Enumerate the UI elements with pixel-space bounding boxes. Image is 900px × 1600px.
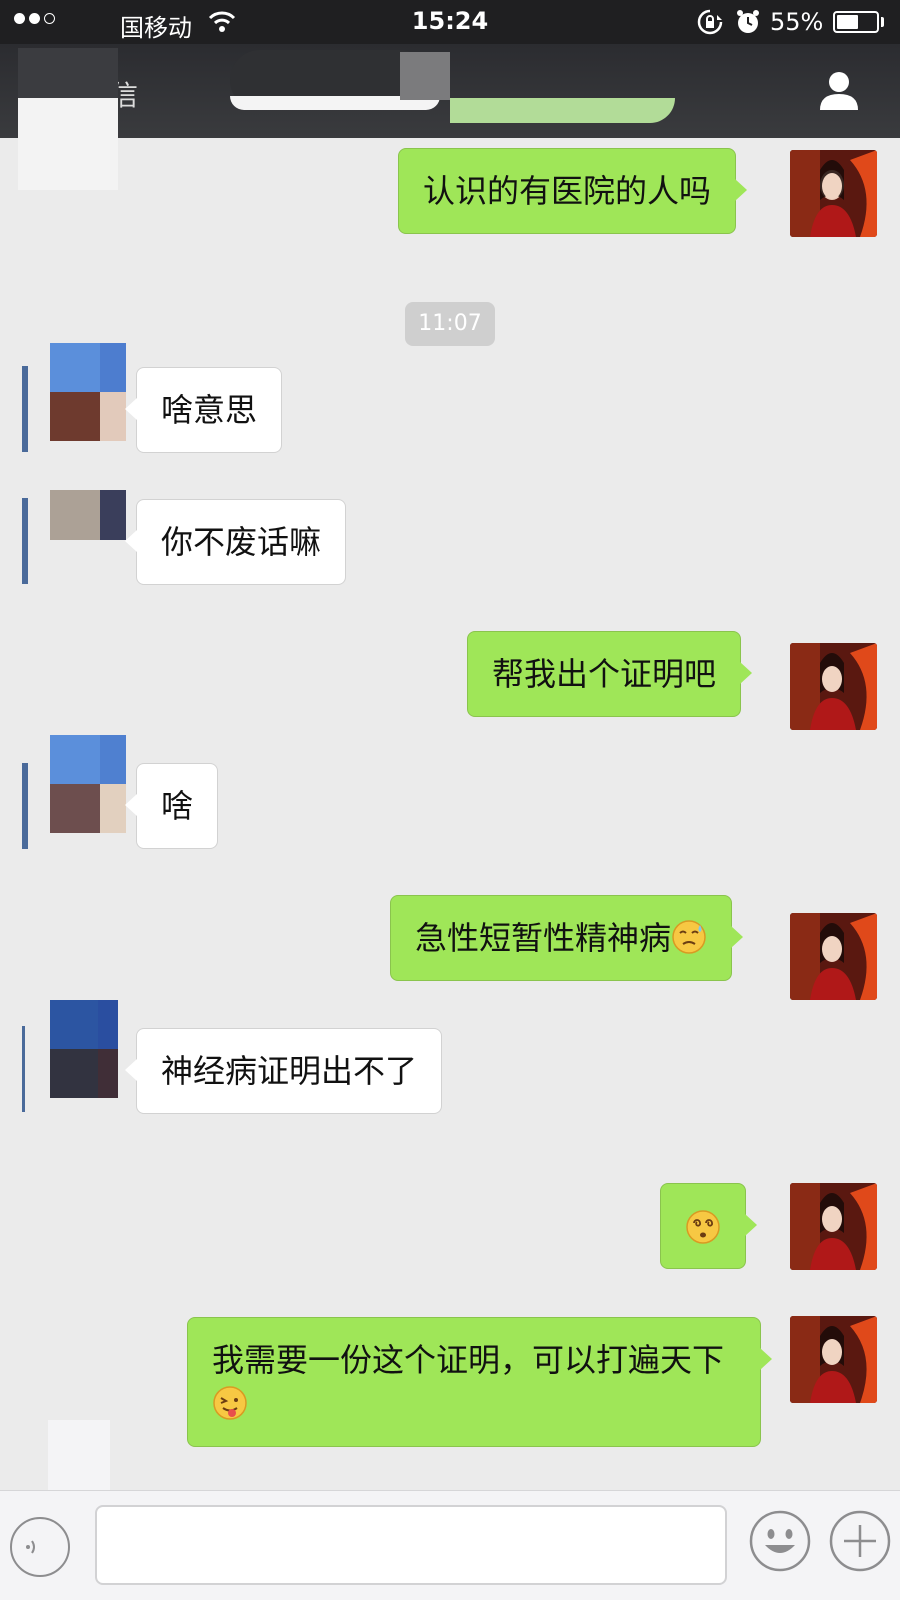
contact-avatar[interactable]: [50, 343, 126, 441]
tongue-out-emoji-icon: [212, 1385, 248, 1421]
redacted-area: [22, 763, 28, 849]
message-bubble-received[interactable]: 神经病证明出不了: [124, 1028, 443, 1114]
plus-icon[interactable]: [828, 1509, 892, 1573]
user-icon[interactable]: [818, 70, 860, 114]
my-avatar[interactable]: [790, 1316, 877, 1403]
battery-icon: [833, 11, 879, 33]
rotation-lock-icon: [697, 9, 723, 41]
message-bubble-sent[interactable]: 认识的有医院的人吗: [398, 148, 748, 234]
my-avatar[interactable]: [790, 150, 877, 237]
message-bubble-received[interactable]: 啥: [124, 763, 219, 849]
chat-area[interactable]: 认识的有医院的人吗 11:07 啥意思 你不废话嘛 帮我出个证明吧 啥 急性短暂…: [0, 138, 900, 1490]
my-avatar[interactable]: [790, 913, 877, 1000]
timestamp-chip: 11:07: [405, 302, 495, 346]
redacted-area: [22, 1026, 25, 1112]
battery-percent: 55%: [770, 8, 824, 36]
nav-bar: 信: [0, 44, 900, 138]
battery-tip: [881, 17, 884, 27]
message-bubble-received[interactable]: 啥意思: [124, 367, 283, 453]
message-bubble-sent[interactable]: [660, 1183, 757, 1269]
contact-avatar[interactable]: [50, 1000, 118, 1098]
contact-avatar[interactable]: [50, 490, 126, 540]
redacted-area: [22, 498, 28, 584]
message-bubble-sent[interactable]: 帮我出个证明吧: [467, 631, 753, 717]
sweat-smile-emoji-icon: [671, 919, 707, 955]
message-bubble-sent[interactable]: 急性短暂性精神病: [390, 895, 744, 981]
voice-icon[interactable]: [10, 1517, 70, 1577]
status-bar: 国移动 15:24 55%: [0, 0, 900, 44]
message-text: 你不废话嘛: [161, 523, 322, 561]
redacted-area: [400, 52, 450, 100]
alarm-icon: [736, 9, 760, 41]
message-text: 神经病证明出不了: [161, 1052, 418, 1090]
smiley-icon[interactable]: [748, 1509, 812, 1573]
clock: 15:24: [411, 7, 489, 35]
message-text: 认识的有医院的人吗: [423, 172, 712, 210]
input-bar: [0, 1490, 900, 1600]
message-text: 我需要一份这个证明，可以打遍天下: [212, 1341, 725, 1379]
contact-avatar[interactable]: [50, 735, 126, 833]
message-text: 啥: [161, 787, 194, 825]
message-text: 急性短暂性精神病: [415, 919, 672, 957]
redacted-area: [450, 98, 675, 123]
message-bubble-sent[interactable]: 我需要一份这个证明，可以打遍天下: [187, 1317, 772, 1447]
message-text: 啥意思: [161, 391, 258, 429]
message-text: 帮我出个证明吧: [492, 655, 717, 693]
message-bubble-received[interactable]: 你不废话嘛: [124, 499, 347, 585]
my-avatar[interactable]: [790, 643, 877, 730]
dizzy-face-emoji-icon: [685, 1209, 721, 1245]
my-avatar[interactable]: [790, 1183, 877, 1270]
message-input[interactable]: [95, 1505, 727, 1585]
redacted-area: [22, 366, 28, 452]
